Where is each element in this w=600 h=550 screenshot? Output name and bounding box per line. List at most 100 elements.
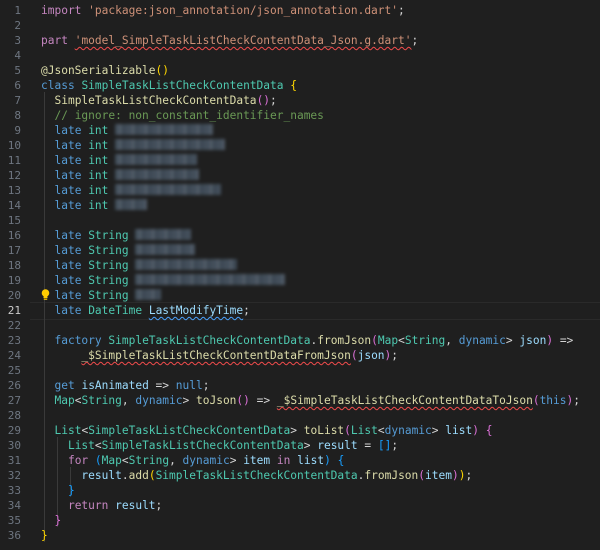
code-token: dynamic	[182, 454, 230, 467]
code-line[interactable]: 18 late String	[0, 258, 600, 273]
redacted-identifier	[135, 244, 196, 255]
code-token: String	[81, 394, 122, 407]
line-code: }	[41, 513, 61, 528]
code-line[interactable]: 24 _$SimpleTaskListCheckContentDataFromJ…	[0, 348, 600, 363]
line-number: 32	[7, 469, 21, 482]
line-number: 22	[7, 319, 21, 332]
redacted-identifier	[115, 184, 222, 195]
code-token: <	[121, 454, 129, 467]
code-line[interactable]: 13 late int	[0, 183, 600, 198]
code-token: late	[54, 184, 82, 197]
code-line[interactable]: 1 import 'package:json_annotation/json_an…	[0, 3, 600, 18]
code-token: int	[88, 154, 109, 167]
code-line[interactable]: 5 @JsonSerializable()	[0, 63, 600, 78]
code-token: SimpleTaskListCheckContentData	[81, 79, 284, 92]
code-line[interactable]: 33 }	[0, 483, 600, 498]
code-token: dynamic	[384, 424, 432, 437]
line-code: get isAnimated => null;	[41, 378, 209, 393]
code-line[interactable]: 22	[0, 318, 600, 333]
code-token: add	[128, 469, 149, 482]
code-line[interactable]: 35 }	[0, 513, 600, 528]
code-line[interactable]: 11 late int	[0, 153, 600, 168]
code-token: late	[54, 304, 82, 317]
code-line[interactable]: 4	[0, 48, 600, 63]
code-line[interactable]: 28	[0, 408, 600, 423]
line-number: 16	[7, 229, 21, 242]
code-token: <	[398, 334, 405, 347]
line-code: part 'model_SimpleTaskListCheckContentDa…	[41, 33, 418, 48]
lightbulb-icon[interactable]	[41, 289, 50, 301]
code-token: toList	[303, 424, 345, 437]
code-token: import	[41, 4, 82, 17]
line-number: 9	[14, 124, 21, 137]
code-token: int	[88, 169, 109, 182]
line-number: 25	[7, 364, 21, 377]
code-token: Map	[54, 394, 75, 407]
line-number: 2	[14, 19, 21, 32]
code-token: ;	[398, 4, 405, 17]
code-line[interactable]: 27 Map<String, dynamic> toJson() => _$Si…	[0, 393, 600, 408]
code-line[interactable]: 26 get isAnimated => null;	[0, 378, 600, 393]
code-line[interactable]: 9 late int	[0, 123, 600, 138]
code-token: return	[67, 499, 109, 512]
code-token: SimpleTaskListCheckContentData	[108, 334, 311, 347]
code-token: List	[67, 439, 95, 452]
code-token: }	[54, 514, 62, 527]
code-line[interactable]: 10 late int	[0, 138, 600, 153]
code-line[interactable]: 15	[0, 213, 600, 228]
line-code: late int	[41, 123, 214, 138]
code-line[interactable]: 20 late String	[0, 288, 600, 303]
code-token: }	[67, 484, 75, 497]
code-line[interactable]: 31 for (Map<String, dynamic> item in lis…	[0, 453, 600, 468]
code-line[interactable]: 7 SimpleTaskListCheckContentData();	[0, 93, 600, 108]
code-line[interactable]: 36}	[0, 528, 600, 543]
code-line[interactable]: 25	[0, 363, 600, 378]
code-line[interactable]: 14 late int	[0, 198, 600, 213]
line-number: 6	[14, 79, 21, 92]
code-token: factory	[54, 334, 102, 347]
line-number: 36	[7, 529, 21, 542]
code-line[interactable]: 2	[0, 18, 600, 33]
code-token: <	[94, 439, 102, 452]
line-number: 31	[7, 454, 21, 467]
code-line[interactable]: 30 List<SimpleTaskListCheckContentData> …	[0, 438, 600, 453]
code-line[interactable]: 19 late String	[0, 273, 600, 288]
redacted-identifier	[115, 199, 148, 210]
code-token: @JsonSerializable	[41, 64, 156, 77]
line-code: }	[41, 483, 75, 498]
code-token: LastModifyTime	[148, 304, 244, 317]
code-line[interactable]: 23 factory SimpleTaskListCheckContentDat…	[0, 333, 600, 348]
code-line[interactable]: 8 // ignore: non_constant_identifier_nam…	[0, 108, 600, 123]
code-line[interactable]: 17 late String	[0, 243, 600, 258]
line-code: late String	[41, 288, 162, 303]
code-token: ;	[573, 394, 581, 407]
code-line[interactable]: 12 late int	[0, 168, 600, 183]
code-line[interactable]: 21 late DateTime LastModifyTime;	[0, 303, 600, 318]
code-line[interactable]: 6 class SimpleTaskListCheckContentData {	[0, 78, 600, 93]
code-line[interactable]: 3 part 'model_SimpleTaskListCheckContentD…	[0, 33, 600, 48]
code-token: String	[404, 334, 446, 347]
redacted-identifier	[115, 139, 226, 150]
code-token: Map	[101, 454, 122, 467]
code-editor[interactable]: 1 import 'package:json_annotation/json_an…	[0, 0, 600, 550]
code-line[interactable]: 32 result.add(SimpleTaskListCheckContent…	[0, 468, 600, 483]
code-token: _$SimpleTaskListCheckContentDataToJson	[276, 394, 533, 407]
code-line[interactable]: 16 late String	[0, 228, 600, 243]
code-line[interactable]: 34 return result;	[0, 498, 600, 513]
code-token: String	[88, 289, 129, 302]
line-code: factory SimpleTaskListCheckContentData.f…	[41, 333, 573, 348]
code-token: late	[54, 274, 82, 287]
code-line[interactable]: 29 List<SimpleTaskListCheckContentData> …	[0, 423, 600, 438]
code-token: late	[54, 139, 82, 152]
